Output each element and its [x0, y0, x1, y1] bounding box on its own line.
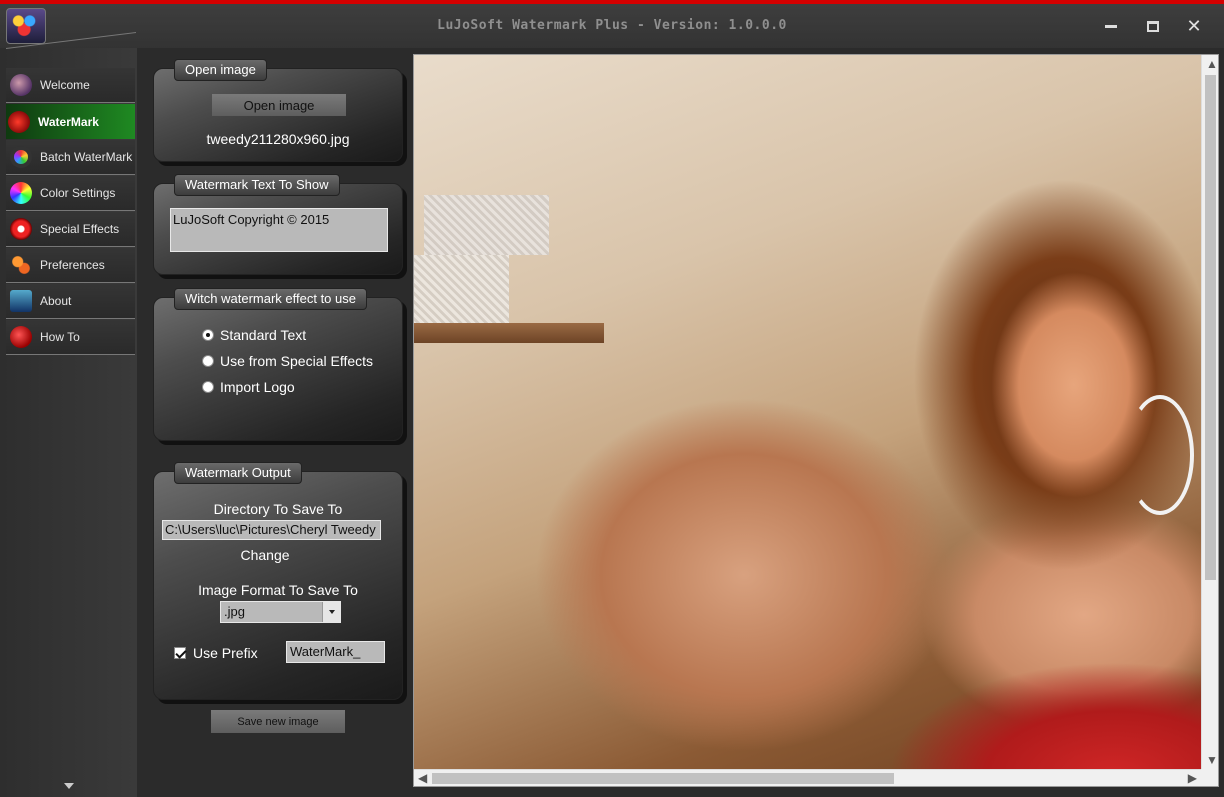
- scroll-down-icon[interactable]: ▼: [1206, 754, 1218, 766]
- about-icon: [10, 290, 32, 312]
- sidebar-item-label: Welcome: [40, 78, 90, 92]
- window-title: LuJoSoft Watermark Plus - Version: 1.0.0…: [437, 18, 787, 33]
- watermark-icon: [8, 110, 30, 133]
- photo-earring: [1126, 395, 1194, 515]
- change-directory-button[interactable]: Change: [128, 547, 402, 563]
- sidebar-item-label: Special Effects: [40, 222, 120, 236]
- sidebar-item-label: About: [40, 294, 72, 308]
- directory-label: Directory To Save To: [213, 501, 343, 517]
- effect-panel: Witch watermark effect to use Standard T…: [153, 288, 403, 441]
- open-image-panel-title: Open image: [174, 59, 267, 81]
- open-image-button[interactable]: Open image: [212, 94, 346, 116]
- sidebar-item-label: How To: [40, 330, 80, 344]
- title-bar: LuJoSoft Watermark Plus - Version: 1.0.0…: [0, 0, 1224, 48]
- horizontal-scrollbar[interactable]: ◀ ▶: [414, 769, 1201, 786]
- sidebar: Welcome WaterMark Batch WaterMark Color …: [0, 32, 137, 797]
- sidebar-item-label: Color Settings: [40, 186, 116, 200]
- scroll-right-icon[interactable]: ▶: [1188, 772, 1197, 784]
- format-select[interactable]: .jpg: [220, 601, 341, 623]
- preview-photo: [414, 55, 1201, 769]
- maximize-button[interactable]: [1139, 14, 1167, 38]
- sidebar-item-watermark[interactable]: WaterMark: [6, 104, 135, 139]
- close-button[interactable]: ✕: [1180, 14, 1208, 38]
- radio-icon[interactable]: [202, 355, 214, 367]
- save-new-image-button[interactable]: Save new image: [211, 710, 345, 733]
- chevron-down-icon[interactable]: [322, 602, 340, 622]
- scroll-up-icon[interactable]: ▲: [1206, 58, 1218, 70]
- format-label: Image Format To Save To: [198, 582, 358, 598]
- sidebar-item-label: Preferences: [40, 258, 105, 272]
- preferences-icon: [10, 254, 32, 276]
- sidebar-item-special-effects[interactable]: Special Effects: [6, 212, 135, 247]
- output-panel-title: Watermark Output: [174, 462, 302, 484]
- effect-option-label: Import Logo: [220, 379, 295, 395]
- vertical-scrollbar[interactable]: ▲ ▼: [1201, 55, 1218, 769]
- scrollbar-corner: [1201, 769, 1218, 786]
- horizontal-scroll-thumb[interactable]: [432, 773, 894, 784]
- batch-icon: [10, 146, 32, 168]
- photo-background-box: [414, 255, 509, 325]
- sidebar-item-batch-watermark[interactable]: Batch WaterMark: [6, 140, 135, 175]
- effect-option-import-logo[interactable]: Import Logo: [202, 379, 295, 395]
- howto-icon: [10, 326, 32, 348]
- scroll-left-icon[interactable]: ◀: [418, 772, 427, 784]
- sidebar-item-preferences[interactable]: Preferences: [6, 248, 135, 283]
- watermark-output-panel: Watermark Output Directory To Save To C:…: [153, 462, 403, 700]
- minimize-button[interactable]: [1097, 14, 1125, 38]
- sidebar-scroll-down-icon[interactable]: [64, 783, 74, 789]
- sidebar-item-how-to[interactable]: How To: [6, 320, 135, 355]
- format-select-value: .jpg: [224, 604, 245, 619]
- effects-icon: [10, 218, 32, 240]
- file-name-label: tweedy211280x960.jpg: [206, 131, 350, 147]
- effect-option-label: Standard Text: [220, 327, 307, 343]
- sidebar-item-color-settings[interactable]: Color Settings: [6, 176, 135, 211]
- watermark-text-panel-title: Watermark Text To Show: [174, 174, 340, 196]
- sidebar-item-about[interactable]: About: [6, 284, 135, 319]
- watermark-text-field[interactable]: LuJoSoft Copyright © 2015: [170, 208, 388, 252]
- directory-field[interactable]: C:\Users\luc\Pictures\Cheryl Tweedy: [162, 520, 381, 540]
- welcome-icon: [10, 74, 32, 96]
- watermark-text-panel: Watermark Text To Show LuJoSoft Copyrigh…: [153, 174, 403, 275]
- radio-selected-icon[interactable]: [202, 329, 214, 341]
- use-prefix-label: Use Prefix: [193, 645, 258, 661]
- effect-option-standard-text[interactable]: Standard Text: [202, 327, 306, 343]
- image-preview: ▲ ▼ ◀ ▶: [413, 54, 1219, 787]
- sidebar-item-label: WaterMark: [38, 114, 99, 129]
- photo-background-box: [424, 195, 549, 255]
- vertical-scroll-thumb[interactable]: [1205, 75, 1216, 580]
- effect-option-label: Use from Special Effects: [220, 353, 374, 369]
- radio-icon[interactable]: [202, 381, 214, 393]
- sidebar-item-label: Batch WaterMark: [40, 150, 133, 164]
- open-image-panel: Open image Open image tweedy211280x960.j…: [153, 59, 403, 162]
- effect-option-special-effects[interactable]: Use from Special Effects: [202, 353, 373, 369]
- effect-panel-title: Witch watermark effect to use: [174, 288, 367, 310]
- use-prefix-option[interactable]: Use Prefix: [174, 645, 258, 661]
- photo-shelf: [414, 323, 604, 343]
- sidebar-item-welcome[interactable]: Welcome: [6, 68, 135, 103]
- minimize-icon: [1105, 24, 1117, 28]
- prefix-input[interactable]: WaterMark_: [286, 641, 385, 663]
- maximize-icon: [1147, 20, 1159, 32]
- checkbox-checked-icon[interactable]: [174, 647, 186, 659]
- color-icon: [10, 182, 32, 204]
